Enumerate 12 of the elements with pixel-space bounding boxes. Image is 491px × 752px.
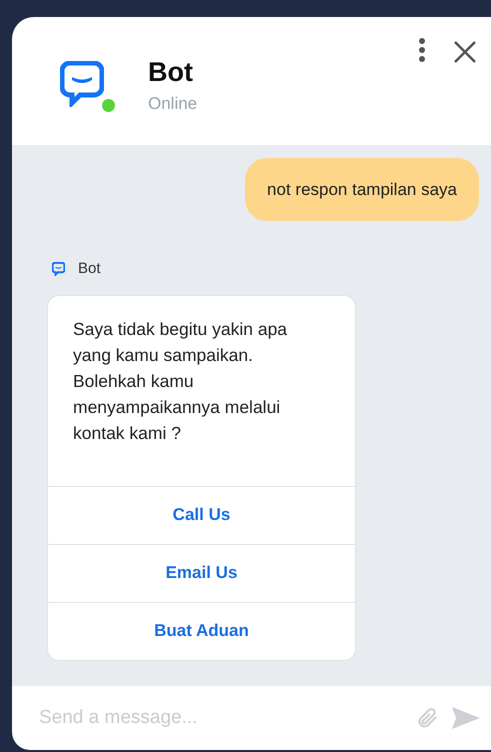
status-text: Online <box>148 93 198 115</box>
bot-name: Bot <box>148 56 194 89</box>
quick-reply-button[interactable]: Email Us <box>48 544 355 602</box>
sender-name: Bot <box>78 259 101 279</box>
chat-bubble-icon <box>60 61 104 107</box>
chat-bubble-icon <box>52 262 65 276</box>
message-text: Saya tidak begitu yakin apa yang kamu sampaikan. Bolehkah kamu menyampaikannya melalui kontak kami ? <box>72 318 288 444</box>
close-icon[interactable] <box>453 40 477 64</box>
sent-message-bubble: not respon tampilan saya <box>245 158 479 221</box>
more-options-icon[interactable] <box>418 38 426 62</box>
quick-reply-button[interactable]: Buat Aduan <box>48 602 355 660</box>
quick-reply-button[interactable]: Call Us <box>48 486 355 544</box>
